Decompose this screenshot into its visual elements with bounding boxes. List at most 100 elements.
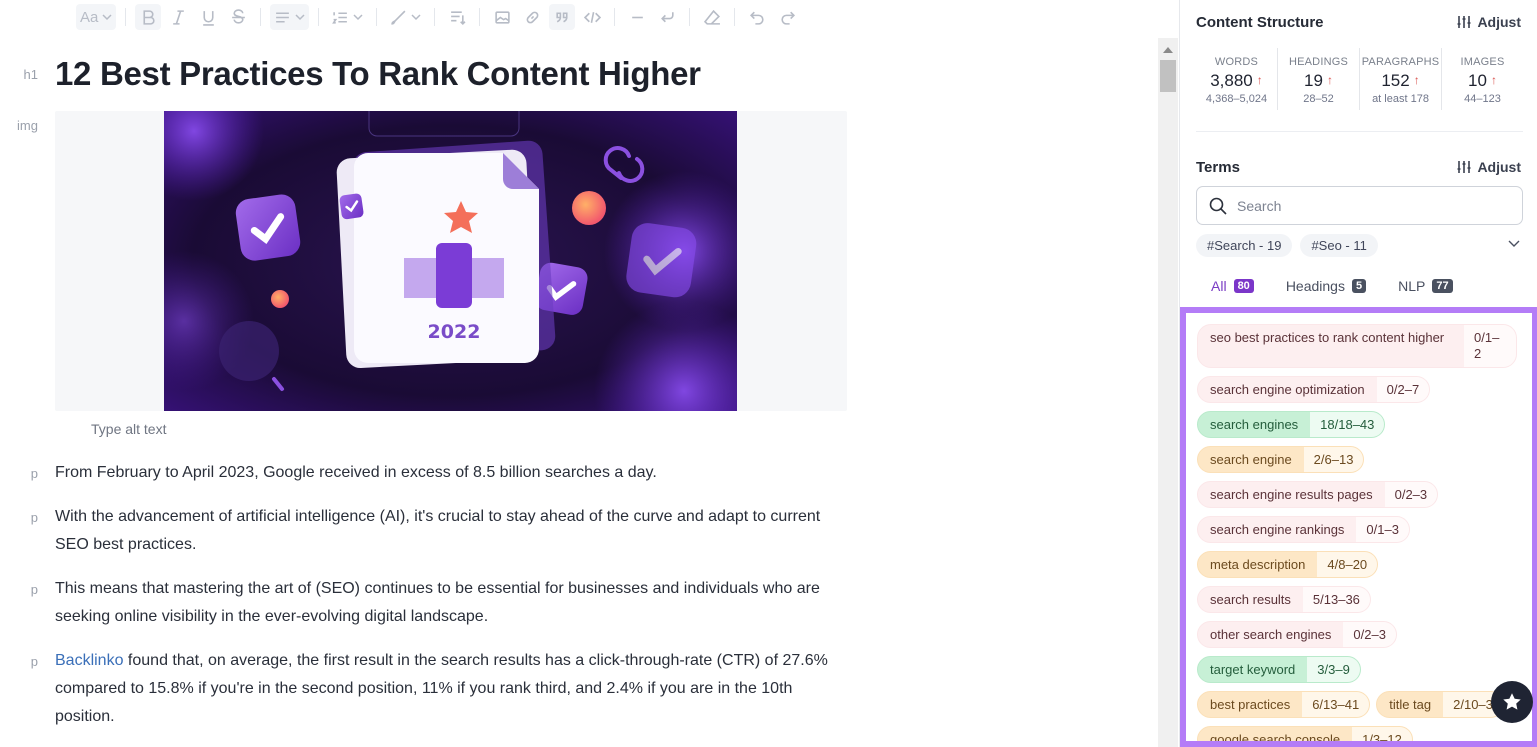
line-break-button[interactable] xyxy=(654,4,680,30)
term-count: 1/3–12 xyxy=(1352,727,1412,747)
arrow-up-icon: ↑ xyxy=(1256,73,1263,87)
image-alt-text-input[interactable]: Type alt text xyxy=(91,421,166,437)
chevron-down-icon xyxy=(411,14,421,21)
term-name: search results xyxy=(1210,592,1291,607)
code-button[interactable] xyxy=(579,4,605,30)
insert-link-button[interactable] xyxy=(519,4,545,30)
term-chip[interactable]: google search console 1/3–12 xyxy=(1197,726,1413,747)
paragraph-2[interactable]: With the advancement of artificial intel… xyxy=(55,503,855,559)
sort-down-icon xyxy=(450,10,466,25)
tab-headings[interactable]: Headings 5 xyxy=(1285,278,1367,294)
link-icon xyxy=(526,11,539,23)
backlinko-link[interactable]: Backlinko xyxy=(55,652,123,669)
term-chip[interactable]: search engine rankings 0/1–3 xyxy=(1197,516,1410,543)
terms-search[interactable] xyxy=(1196,186,1523,225)
section-divider xyxy=(1196,131,1523,132)
image-icon xyxy=(495,10,510,24)
terms-adjust-button[interactable]: Adjust xyxy=(1457,159,1521,175)
term-count: 0/1–2 xyxy=(1464,325,1516,367)
stat-label: HEADINGS xyxy=(1288,56,1349,68)
term-count: 2/6–13 xyxy=(1303,447,1364,472)
content-structure-adjust-button[interactable]: Adjust xyxy=(1457,14,1521,30)
term-chip[interactable]: search engine optimization 0/2–7 xyxy=(1197,376,1431,403)
stat-words: WORDS 3,880 ↑ 4,368–5,024 xyxy=(1196,48,1278,110)
term-chip[interactable]: meta description 4/8–20 xyxy=(1197,551,1379,578)
toolbar-divider xyxy=(376,8,378,26)
term-chip[interactable]: search engines 18/18–43 xyxy=(1197,411,1386,438)
scroll-up-arrow-icon[interactable] xyxy=(1163,47,1173,53)
clear-format-button[interactable] xyxy=(699,4,725,30)
tab-label: Headings xyxy=(1285,278,1345,294)
scrollbar-thumb[interactable] xyxy=(1160,60,1176,92)
arrow-up-icon: ↑ xyxy=(1326,73,1333,87)
term-name: target keyword xyxy=(1210,662,1296,677)
term-chip[interactable]: search engine results pages 0/2–3 xyxy=(1197,481,1439,508)
term-chip[interactable]: best practices 6/13–41 xyxy=(1197,691,1371,718)
term-chip[interactable]: search engine 2/6–13 xyxy=(1197,446,1365,473)
stat-range: 4,368–5,024 xyxy=(1205,93,1268,105)
term-chip[interactable]: seo best practices to rank content highe… xyxy=(1197,324,1517,368)
italic-button[interactable] xyxy=(165,4,191,30)
term-chip[interactable]: other search engines 0/2–3 xyxy=(1197,621,1397,648)
toolbar-divider xyxy=(734,8,736,26)
term-name: google search console xyxy=(1210,732,1341,747)
tag-chip-search[interactable]: #Search - 19 xyxy=(1196,234,1293,257)
terms-search-input[interactable] xyxy=(1237,197,1507,214)
font-size-dropdown[interactable]: Aa xyxy=(76,4,117,30)
sliders-icon xyxy=(1457,161,1471,173)
term-name: best practices xyxy=(1210,697,1291,712)
tab-nlp[interactable]: NLP 77 xyxy=(1398,278,1453,294)
sort-button[interactable] xyxy=(444,4,470,30)
chevron-down-icon[interactable] xyxy=(1507,236,1521,250)
term-chip[interactable]: search results 5/13–36 xyxy=(1197,586,1371,613)
horizontal-rule-icon xyxy=(632,16,643,18)
favorite-star-button[interactable] xyxy=(1491,681,1533,723)
stat-value: 3,880 ↑ xyxy=(1210,71,1263,90)
bold-button[interactable] xyxy=(135,4,162,30)
adjust-label: Adjust xyxy=(1477,159,1521,175)
strikethrough-button[interactable] xyxy=(225,4,251,30)
term-chip[interactable]: target keyword 3/3–9 xyxy=(1197,656,1361,683)
term-chip[interactable]: title tag 2/10–3 xyxy=(1376,691,1504,718)
eraser-icon xyxy=(703,9,720,25)
term-count: 3/3–9 xyxy=(1307,657,1360,682)
hero-year-text: 2022 xyxy=(428,321,481,343)
quote-button[interactable] xyxy=(549,4,576,30)
terms-list: seo best practices to rank content highe… xyxy=(1197,324,1517,747)
undo-button[interactable] xyxy=(744,4,770,30)
ordered-list-dropdown[interactable] xyxy=(328,4,367,30)
term-name: meta description xyxy=(1210,557,1306,572)
highlight-dropdown[interactable] xyxy=(386,4,425,30)
term-count: 6/13–41 xyxy=(1302,692,1370,717)
chevron-down-icon xyxy=(102,14,112,21)
editor-scrollbar[interactable] xyxy=(1158,38,1178,747)
paragraph-3[interactable]: This means that mastering the art of (SE… xyxy=(55,575,855,631)
content-structure-title: Content Structure xyxy=(1196,14,1324,31)
horizontal-rule-button[interactable] xyxy=(624,4,650,30)
term-count: 18/18–43 xyxy=(1310,412,1385,437)
stat-paragraphs: PARAGRAPHS 152 ↑ at least 178 xyxy=(1360,48,1442,110)
term-name: search engine rankings xyxy=(1210,522,1345,537)
ordered-list-icon xyxy=(332,11,348,24)
image-block[interactable]: 2022 xyxy=(55,111,847,411)
toolbar-divider xyxy=(318,8,320,26)
tag-chip-seo[interactable]: #Seo - 11 xyxy=(1300,234,1378,257)
stat-images: IMAGES 10 ↑ 44–123 xyxy=(1442,48,1523,110)
hero-image: 2022 xyxy=(164,111,737,411)
align-dropdown[interactable] xyxy=(270,4,310,30)
paragraph-4[interactable]: Backlinko found that, on average, the fi… xyxy=(55,647,855,731)
insert-image-button[interactable] xyxy=(489,4,515,30)
hero-illustration: 2022 xyxy=(164,111,737,411)
block-type-p: p xyxy=(30,582,38,597)
line-break-icon xyxy=(660,11,674,22)
underline-button[interactable] xyxy=(195,4,221,30)
block-type-p: p xyxy=(30,466,38,481)
redo-icon xyxy=(781,11,795,25)
redo-button[interactable] xyxy=(774,4,800,30)
stat-label: PARAGRAPHS xyxy=(1361,56,1440,68)
stat-range: at least 178 xyxy=(1372,93,1429,105)
tab-all[interactable]: All 80 xyxy=(1211,278,1254,294)
paragraph-1[interactable]: From February to April 2023, Google rece… xyxy=(55,459,855,487)
article-title[interactable]: 12 Best Practices To Rank Content Higher xyxy=(55,55,701,93)
toolbar-divider xyxy=(479,8,481,26)
